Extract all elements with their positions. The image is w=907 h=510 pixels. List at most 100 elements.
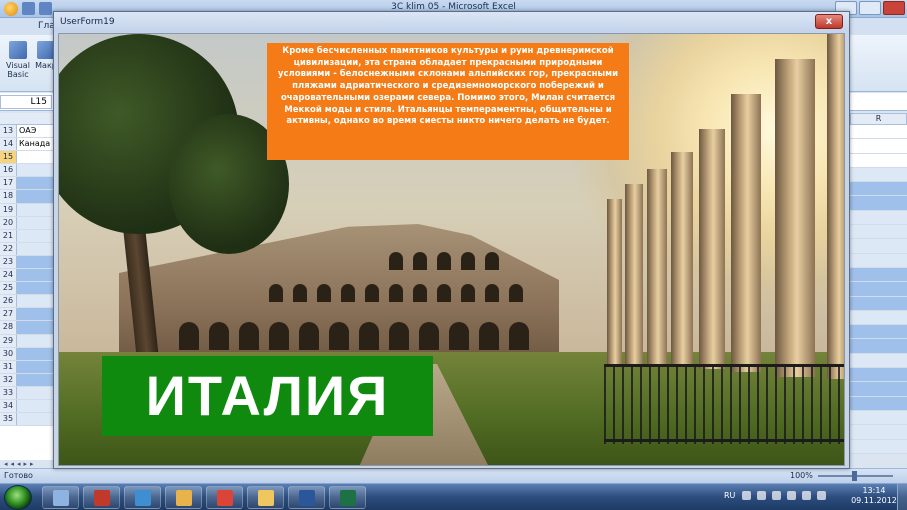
table-row: 26 xyxy=(0,295,58,309)
start-button[interactable] xyxy=(4,485,32,510)
colosseum-image xyxy=(119,224,559,364)
table-row: 19 xyxy=(0,203,58,217)
row-header[interactable]: 20 xyxy=(0,216,17,229)
paint-app-icon xyxy=(176,490,192,506)
table-row xyxy=(850,439,907,454)
taskbar-button[interactable] xyxy=(42,486,79,509)
row-header[interactable]: 22 xyxy=(0,242,17,255)
network-icon[interactable] xyxy=(772,491,781,500)
taskbar-button[interactable] xyxy=(329,486,366,509)
name-box[interactable]: L15 xyxy=(0,95,52,109)
battery-icon[interactable] xyxy=(787,491,796,500)
table-row xyxy=(850,153,907,168)
row-header[interactable]: 28 xyxy=(0,321,17,334)
taskbar-button[interactable] xyxy=(124,486,161,509)
volume-icon[interactable] xyxy=(802,491,811,500)
taskbar-button[interactable] xyxy=(288,486,325,509)
roman-column xyxy=(775,59,815,377)
roman-column xyxy=(647,169,667,367)
row-header[interactable]: 18 xyxy=(0,190,17,203)
select-all-corner[interactable] xyxy=(0,113,58,125)
table-row xyxy=(850,282,907,297)
userform-close-button[interactable]: x xyxy=(815,14,843,29)
clock-time: 13:14 xyxy=(862,486,886,495)
roman-column xyxy=(625,184,643,366)
userform-titlebar[interactable]: UserForm19 x xyxy=(54,12,849,32)
status-bar: Готово 100% xyxy=(0,468,907,483)
language-indicator[interactable]: RU xyxy=(724,491,735,500)
row-header[interactable]: 21 xyxy=(0,229,17,242)
italy-info-text: Кроме бесчисленных памятников культуры и… xyxy=(267,43,629,160)
table-row: 23 xyxy=(0,255,58,270)
table-row xyxy=(850,339,907,354)
clock[interactable]: 13:14 09.11.2012 xyxy=(849,486,899,506)
taskbar-button[interactable] xyxy=(83,486,120,509)
row-header[interactable]: 33 xyxy=(0,386,17,399)
table-row: 18 xyxy=(0,190,58,204)
help-icon[interactable] xyxy=(742,491,751,500)
taskbar-button[interactable] xyxy=(206,486,243,509)
row-header[interactable]: 27 xyxy=(0,308,17,321)
row-header[interactable]: 32 xyxy=(0,373,17,386)
roman-column xyxy=(699,129,725,369)
folder-icon xyxy=(258,490,274,506)
fence-rail-bottom xyxy=(604,439,844,442)
row-header[interactable]: 25 xyxy=(0,282,17,295)
row-header[interactable]: 16 xyxy=(0,164,17,177)
row-header[interactable]: 24 xyxy=(0,269,17,282)
row-header[interactable]: 23 xyxy=(0,255,17,269)
table-row xyxy=(850,382,907,397)
table-row xyxy=(850,368,907,383)
row-header[interactable]: 17 xyxy=(0,177,17,190)
table-row xyxy=(850,210,907,226)
table-row: 29 xyxy=(0,334,58,348)
italy-picture: Кроме бесчисленных памятников культуры и… xyxy=(58,33,845,466)
row-header[interactable]: 14 xyxy=(0,138,17,151)
taskbar-button[interactable] xyxy=(165,486,202,509)
row-header[interactable]: 35 xyxy=(0,413,17,426)
flag-icon[interactable] xyxy=(757,491,766,500)
sheet-grid-right xyxy=(850,125,907,460)
window-app-icon xyxy=(135,490,151,506)
maximize-button[interactable] xyxy=(859,1,881,15)
table-row: 24 xyxy=(0,269,58,283)
archive-app-icon xyxy=(94,490,110,506)
table-row: 22 xyxy=(0,242,58,256)
visual-basic-button[interactable]: Visual Basic xyxy=(4,41,32,79)
row-header[interactable]: 13 xyxy=(0,125,17,138)
power-icon[interactable] xyxy=(817,491,826,500)
row-header[interactable]: 30 xyxy=(0,347,17,360)
zoom-slider-thumb[interactable] xyxy=(852,471,857,481)
row-header[interactable]: 15 xyxy=(0,151,17,164)
cell-value[interactable]: Канада xyxy=(19,138,50,150)
row-header[interactable]: 26 xyxy=(0,295,17,308)
table-row: 20 xyxy=(0,216,58,230)
row-header[interactable]: 31 xyxy=(0,360,17,373)
sheet-navigation[interactable]: ◂◂◂▸▸ xyxy=(4,460,37,468)
taskbar-button[interactable] xyxy=(247,486,284,509)
table-row xyxy=(850,310,907,326)
excel-close-button[interactable] xyxy=(883,1,905,15)
row-header[interactable]: 29 xyxy=(0,334,17,347)
zoom-level[interactable]: 100% xyxy=(790,471,813,480)
roman-column xyxy=(671,152,693,367)
show-desktop-button[interactable] xyxy=(897,484,907,510)
table-row: 28 xyxy=(0,321,58,335)
table-row xyxy=(850,410,907,426)
table-row: 30 xyxy=(0,347,58,361)
visual-basic-icon xyxy=(9,41,27,59)
table-row xyxy=(850,125,907,140)
table-row: 21 xyxy=(0,229,58,243)
table-row: 17 xyxy=(0,177,58,191)
table-row: 33 xyxy=(0,386,58,400)
table-row xyxy=(850,425,907,440)
windows-taskbar: RU 13:14 09.11.2012 xyxy=(0,483,907,510)
cell-value[interactable]: ОАЭ xyxy=(19,125,36,137)
row-header[interactable]: 34 xyxy=(0,399,17,413)
table-row xyxy=(850,396,907,411)
table-row: 13 ОАЭ xyxy=(0,125,58,139)
column-header-r[interactable]: R xyxy=(850,113,907,125)
table-row: 32 xyxy=(0,373,58,387)
sheet-grid-left: 13 ОАЭ 14 Канада 15 16 17 18 19 20 21 22 23 24 25 26 27 2… xyxy=(0,113,58,460)
row-header[interactable]: 19 xyxy=(0,203,17,216)
